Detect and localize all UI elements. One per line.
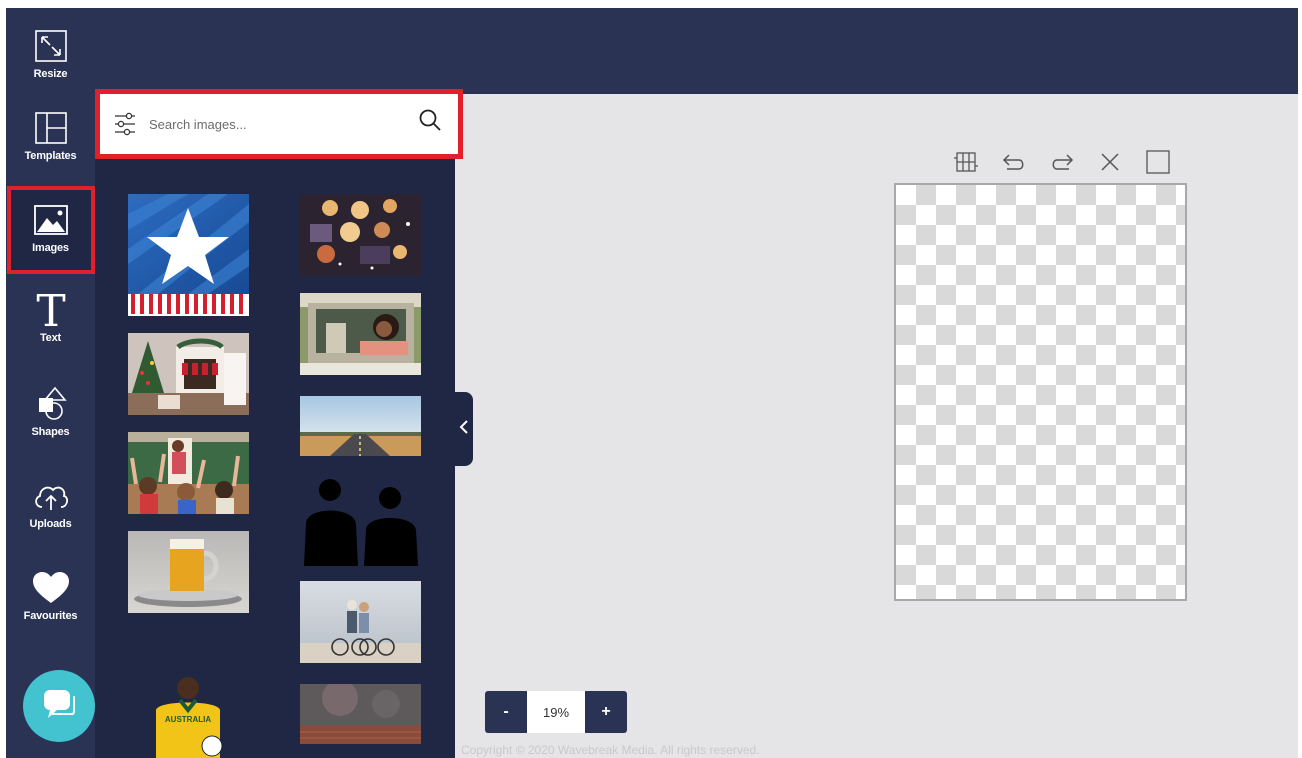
search-highlight xyxy=(95,89,463,159)
image-icon xyxy=(31,200,71,240)
canvas-toolbar xyxy=(952,148,1172,176)
chat-button[interactable] xyxy=(23,670,95,742)
search-bar xyxy=(105,99,453,149)
rail-label-images: Images xyxy=(32,242,69,254)
rail-item-shapes[interactable]: Shapes xyxy=(6,384,95,438)
image-thumb-silhouettes[interactable] xyxy=(300,476,421,566)
image-thumb-candles[interactable] xyxy=(300,194,421,276)
images-panel: AUSTRALIA xyxy=(95,89,463,758)
rail-item-text[interactable]: T Text xyxy=(6,290,95,344)
rail-item-templates[interactable]: Templates xyxy=(6,108,95,162)
image-thumb-star-flag[interactable] xyxy=(128,194,249,316)
redo-icon[interactable] xyxy=(1048,148,1076,176)
top-bar xyxy=(6,8,1298,94)
undo-icon[interactable] xyxy=(1000,148,1028,176)
resize-icon xyxy=(31,26,71,66)
jersey-text: AUSTRALIA xyxy=(165,715,211,724)
editor-app: Resize Templates Images T Text Shapes Up… xyxy=(6,8,1298,758)
copyright-text: Copyright © 2020 Wavebreak Media. All ri… xyxy=(461,743,760,757)
image-thumb-christmas-fireplace[interactable] xyxy=(128,333,249,415)
rail-label-uploads: Uploads xyxy=(29,518,72,530)
image-thumb-open-road[interactable] xyxy=(300,396,421,456)
rail-label-templates: Templates xyxy=(24,150,77,162)
grid-icon[interactable] xyxy=(952,148,980,176)
image-thumb-stage[interactable] xyxy=(300,684,421,744)
image-thumb-classroom[interactable] xyxy=(128,432,249,514)
rail-item-favourites[interactable]: Favourites xyxy=(6,568,95,622)
zoom-out-button[interactable]: - xyxy=(485,691,527,733)
square-icon[interactable] xyxy=(1144,148,1172,176)
heart-icon xyxy=(31,568,71,608)
close-icon[interactable] xyxy=(1096,148,1124,176)
image-thumb-woman-car[interactable] xyxy=(300,293,421,375)
templates-icon xyxy=(31,108,71,148)
image-thumb-soccer-player[interactable]: AUSTRALIA xyxy=(128,670,249,758)
rail-item-resize[interactable]: Resize xyxy=(6,26,95,80)
rail-label-favourites: Favourites xyxy=(23,610,78,622)
search-icon[interactable] xyxy=(415,105,445,135)
text-icon: T xyxy=(31,290,71,330)
svg-text:T: T xyxy=(36,290,65,330)
rail-item-images[interactable]: Images xyxy=(6,200,95,254)
rail-label-resize: Resize xyxy=(33,68,68,80)
zoom-level: 19% xyxy=(527,691,585,733)
search-input[interactable] xyxy=(149,104,389,144)
zoom-in-button[interactable]: + xyxy=(585,691,627,733)
left-toolbar: Resize Templates Images T Text Shapes Up… xyxy=(6,8,95,758)
design-canvas[interactable] xyxy=(894,183,1187,601)
zoom-control: - 19% + xyxy=(485,691,627,733)
shapes-icon xyxy=(31,384,71,424)
rail-label-shapes: Shapes xyxy=(31,426,70,438)
chat-icon xyxy=(42,688,76,725)
image-thumb-couple-bicycles[interactable] xyxy=(300,581,421,663)
upload-cloud-icon xyxy=(31,476,71,516)
rail-label-text: Text xyxy=(39,332,61,344)
collapse-panel-button[interactable] xyxy=(455,392,473,466)
image-thumb-beer-mug[interactable] xyxy=(128,531,249,613)
chevron-left-icon xyxy=(459,419,469,440)
rail-item-uploads[interactable]: Uploads xyxy=(6,476,95,530)
filter-sliders-icon[interactable] xyxy=(105,104,145,144)
